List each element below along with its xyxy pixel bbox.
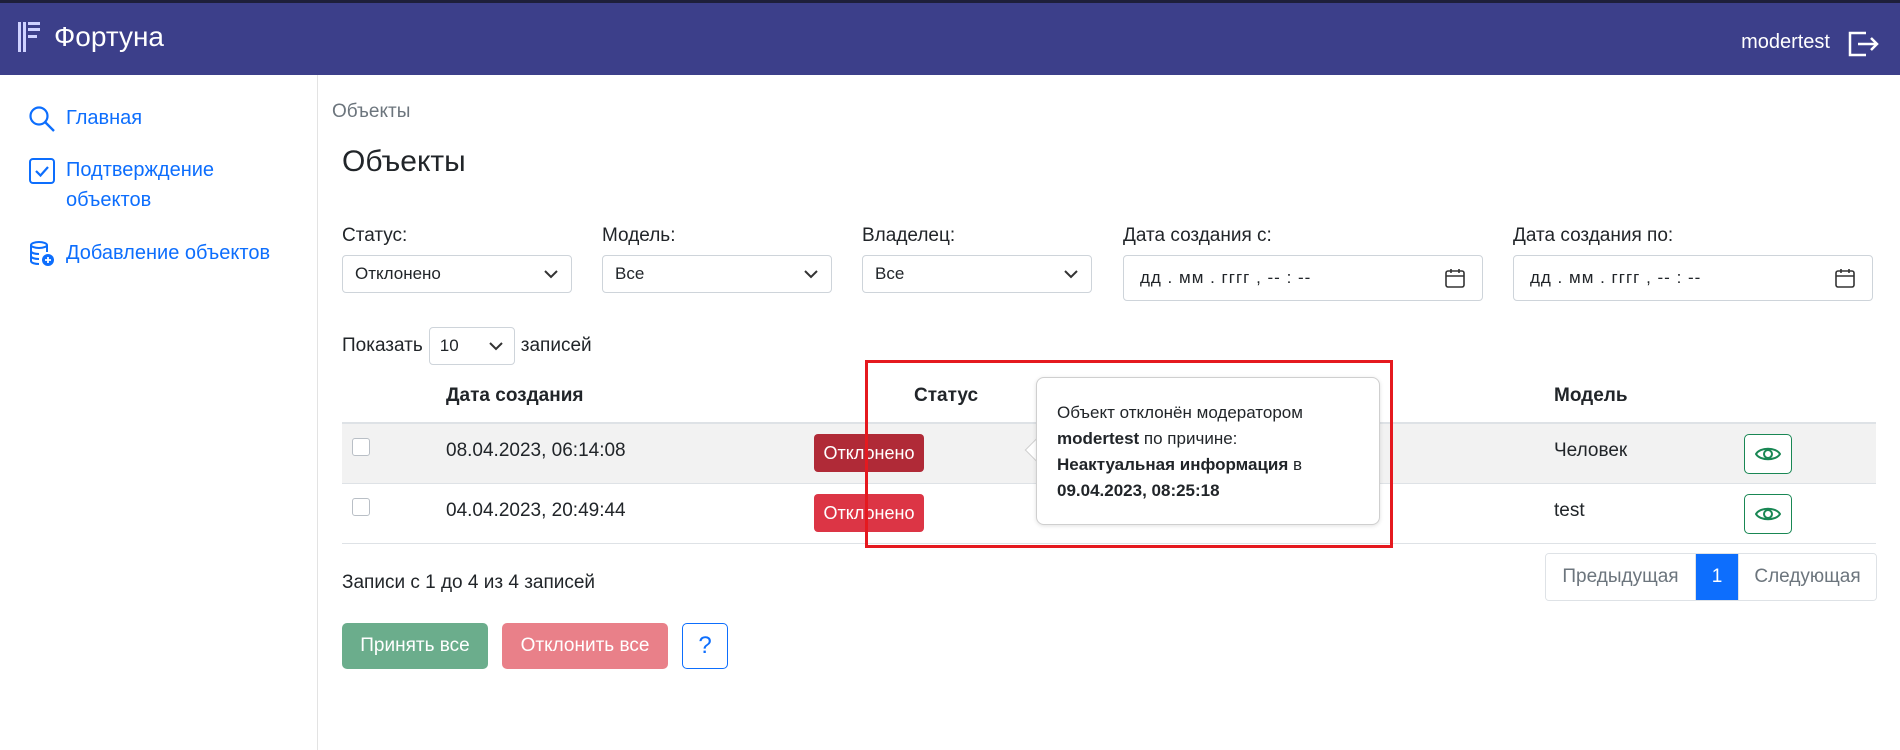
view-button[interactable]: [1744, 434, 1792, 474]
date-from-filter: Дата создания с: дд . мм . гггг , -- : -…: [1123, 225, 1483, 301]
model-select-value: Все: [615, 264, 645, 283]
column-header-status[interactable]: Статус: [914, 385, 978, 407]
tooltip-line1: Объект отклонён модератором: [1057, 403, 1303, 422]
tooltip-moderator: modertest: [1057, 429, 1140, 448]
row-model: Человек: [1554, 440, 1628, 461]
tooltip-at: в: [1293, 455, 1303, 474]
owner-filter: Владелец: Все: [862, 225, 1092, 293]
accept-all-button[interactable]: Принять все: [342, 623, 488, 669]
sidebar: Главная Подтверждение объектов Добавлени…: [0, 75, 318, 750]
checkbox-icon: [29, 158, 55, 184]
row-date: 04.04.2023, 20:49:44: [446, 500, 626, 521]
column-header-model[interactable]: Модель: [1554, 385, 1628, 407]
status-filter: Статус: Отклонено: [342, 225, 572, 293]
row-date: 08.04.2023, 06:14:08: [446, 440, 626, 461]
view-button[interactable]: [1744, 494, 1792, 534]
page-title: Объекты: [342, 145, 466, 178]
tooltip-by-reason: по причине:: [1143, 429, 1238, 448]
chevron-down-icon: [544, 270, 558, 279]
pagination-previous[interactable]: Предыдущая: [1546, 554, 1696, 600]
tooltip-datetime: 09.04.2023, 08:25:18: [1057, 481, 1220, 500]
row-checkbox[interactable]: [352, 498, 370, 516]
date-from-label: Дата создания с:: [1123, 225, 1272, 246]
top-navbar: Фортуна modertest: [0, 0, 1900, 75]
brand[interactable]: Фортуна: [18, 21, 164, 53]
status-badge[interactable]: Отклонено: [814, 494, 924, 532]
sidebar-item-confirm[interactable]: Подтверждение объектов: [28, 155, 278, 215]
owner-select-value: Все: [875, 264, 905, 283]
row-model: test: [1554, 500, 1585, 521]
current-user: modertest: [1741, 31, 1830, 53]
date-to-filter: Дата создания по: дд . мм . гггг , -- : …: [1513, 225, 1873, 301]
rejection-tooltip: Объект отклонён модератором modertest по…: [1036, 377, 1380, 525]
length-suffix: записей: [520, 335, 592, 356]
column-header-date[interactable]: Дата создания: [446, 385, 584, 407]
sidebar-item-home[interactable]: Главная: [28, 103, 142, 133]
eye-icon: [1755, 507, 1781, 521]
chevron-down-icon: [1064, 270, 1078, 279]
pagination: Предыдущая 1 Следующая: [1545, 553, 1877, 601]
tooltip-reason: Неактуальная информация: [1057, 455, 1289, 474]
help-button[interactable]: ?: [682, 623, 728, 669]
owner-filter-label: Владелец:: [862, 225, 956, 246]
date-from-placeholder: дд . мм . гггг , -- : --: [1140, 268, 1312, 287]
owner-select[interactable]: Все: [862, 255, 1092, 293]
app-name: Фортуна: [54, 21, 164, 52]
calendar-icon[interactable]: [1834, 267, 1856, 289]
breadcrumb: Объекты: [332, 101, 411, 122]
status-badge[interactable]: Отклонено: [814, 434, 924, 472]
database-add-icon: [30, 241, 54, 266]
sidebar-item-label: Подтверждение объектов: [66, 159, 215, 211]
page-length-control: Показать 10 записей: [342, 327, 592, 365]
chevron-down-icon: [804, 270, 818, 279]
length-prefix: Показать: [342, 335, 423, 356]
brand-logo-icon: [18, 22, 40, 52]
calendar-icon[interactable]: [1444, 267, 1466, 289]
eye-icon: [1755, 447, 1781, 461]
pagination-page-1[interactable]: 1: [1696, 554, 1738, 600]
date-to-label: Дата создания по:: [1513, 225, 1674, 246]
reject-all-button[interactable]: Отклонить все: [502, 623, 668, 669]
page-length-value: 10: [439, 336, 459, 355]
sidebar-item-add[interactable]: Добавление объектов: [28, 238, 270, 268]
model-select[interactable]: Все: [602, 255, 832, 293]
date-to-placeholder: дд . мм . гггг , -- : --: [1530, 268, 1702, 287]
date-to-input[interactable]: дд . мм . гггг , -- : --: [1513, 255, 1873, 301]
sidebar-item-label: Главная: [66, 107, 143, 129]
date-from-input[interactable]: дд . мм . гггг , -- : --: [1123, 255, 1483, 301]
model-filter: Модель: Все: [602, 225, 832, 293]
pagination-next[interactable]: Следующая: [1738, 554, 1876, 600]
row-checkbox[interactable]: [352, 438, 370, 456]
status-filter-label: Статус:: [342, 225, 408, 246]
search-icon: [29, 106, 55, 132]
status-select-value: Отклонено: [355, 264, 441, 283]
page-length-select[interactable]: 10: [428, 327, 515, 365]
logout-icon[interactable]: [1846, 29, 1880, 59]
model-filter-label: Модель:: [602, 225, 676, 246]
chevron-down-icon: [489, 342, 503, 351]
sidebar-item-label: Добавление объектов: [66, 242, 271, 264]
table-info: Записи с 1 до 4 из 4 записей: [342, 572, 596, 593]
status-select[interactable]: Отклонено: [342, 255, 572, 293]
